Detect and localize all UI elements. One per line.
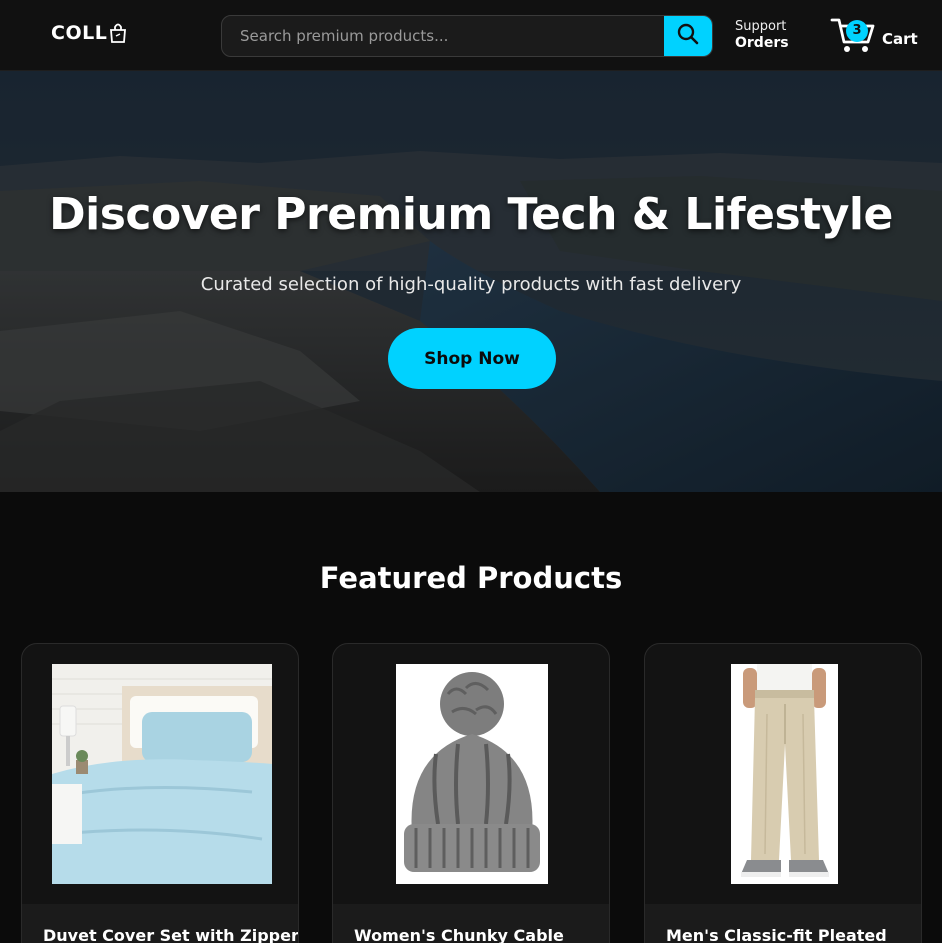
product-image-container	[333, 644, 609, 904]
cart-icon: 3	[830, 16, 876, 54]
product-card-pants[interactable]: Men's Classic-fit Pleated	[644, 643, 922, 943]
cart-label: Cart	[882, 30, 918, 48]
orders-label: Orders	[735, 35, 789, 51]
product-image-beanie	[396, 664, 548, 884]
hero-banner: Discover Premium Tech & Lifestyle Curate…	[0, 71, 942, 492]
search-icon	[677, 23, 699, 49]
logo-text: COLL	[51, 22, 108, 44]
product-title[interactable]: Duvet Cover Set with Zipper	[43, 926, 298, 943]
product-title[interactable]: Women's Chunky Cable	[354, 926, 564, 943]
cart-button[interactable]: 3 Cart	[830, 16, 918, 54]
product-image-duvet	[52, 664, 272, 884]
product-image-container	[22, 644, 298, 904]
hero-title: Discover Premium Tech & Lifestyle	[49, 189, 893, 240]
search-input[interactable]	[222, 16, 664, 56]
search-button[interactable]	[664, 16, 712, 56]
support-label: Support	[735, 19, 787, 34]
search-bar	[221, 15, 713, 57]
shopping-bag-icon	[109, 22, 127, 44]
product-card-beanie[interactable]: Women's Chunky Cable	[332, 643, 610, 943]
hero-subtitle: Curated selection of high-quality produc…	[200, 274, 742, 295]
product-image-container	[645, 644, 921, 904]
product-image-pants	[731, 664, 838, 884]
product-card-duvet[interactable]: Duvet Cover Set with Zipper	[21, 643, 299, 943]
shop-now-button[interactable]: Shop Now	[388, 328, 556, 389]
featured-products-heading: Featured Products	[319, 561, 623, 595]
cart-count-badge: 3	[846, 20, 868, 42]
product-card-body: Women's Chunky Cable	[333, 904, 609, 943]
product-title[interactable]: Men's Classic-fit Pleated	[666, 926, 887, 943]
product-card-body: Men's Classic-fit Pleated	[645, 904, 921, 943]
site-header: COLL Support Orders	[0, 0, 942, 71]
product-card-body: Duvet Cover Set with Zipper	[22, 904, 298, 943]
support-orders-link[interactable]: Support Orders	[735, 19, 789, 51]
logo[interactable]: COLL	[51, 22, 127, 44]
